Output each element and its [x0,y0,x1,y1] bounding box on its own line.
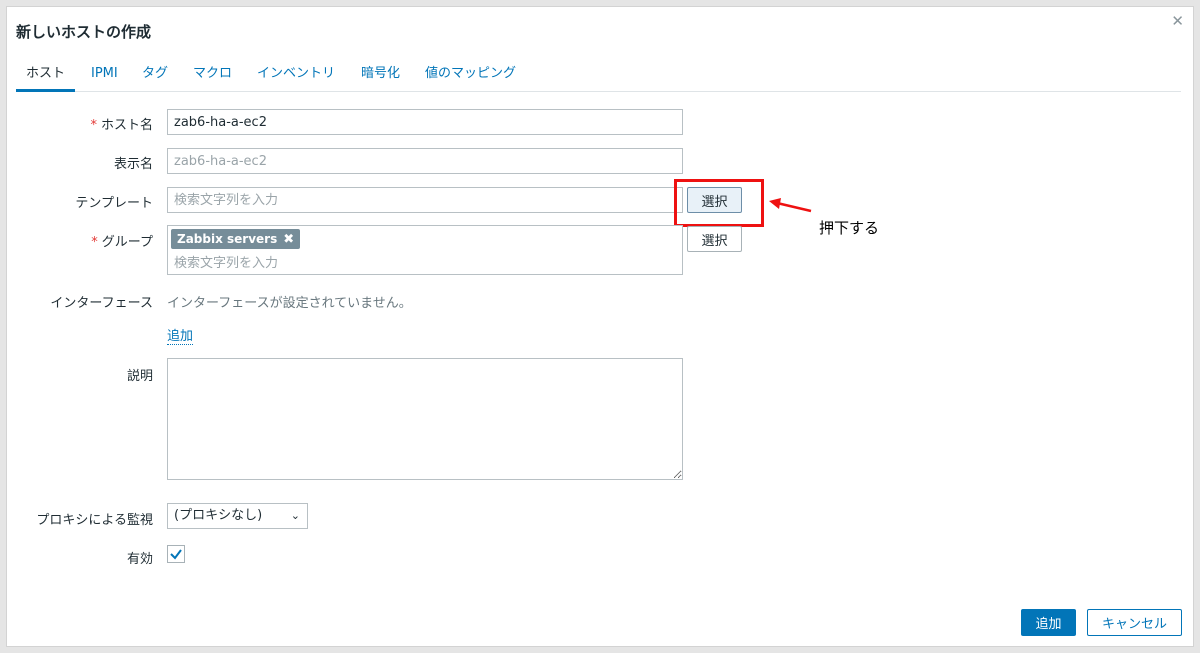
remove-chip-icon[interactable]: ✖ [283,232,294,247]
group-chip: Zabbix servers ✖ [171,229,301,249]
dialog-title: 新しいホストの作成 [16,23,152,41]
groups-label: * グループ [91,235,153,250]
cancel-button[interactable]: キャンセル [1087,609,1182,636]
groups-multiselect[interactable]: Zabbix servers ✖ 検索文字列を入力 [167,225,683,275]
add-button[interactable]: 追加 [1021,609,1076,636]
visible-name-input[interactable] [167,148,683,174]
proxy-selected-value: (プロキシなし) [174,508,263,523]
add-interface-link[interactable]: 追加 [167,325,194,345]
group-chip-label: Zabbix servers [177,232,278,246]
tab-macros[interactable]: マクロ [193,64,232,92]
create-host-dialog: 新しいホストの作成 ✕ ホスト IPMI タグ マクロ インベントリ 暗号化 値… [6,6,1194,647]
templates-label: テンプレート [75,196,153,211]
required-mark: * [90,118,97,133]
enabled-checkbox[interactable] [167,545,185,563]
host-name-label: * ホスト名 [90,118,153,133]
groups-select-button[interactable]: 選択 [687,226,742,252]
visible-name-label: 表示名 [113,157,153,172]
proxy-label: プロキシによる監視 [36,513,153,528]
interfaces-empty-text: インターフェースが設定されていません。 [167,296,412,311]
enabled-label: 有効 [126,552,153,567]
description-label: 説明 [126,369,153,384]
checkmark-icon [170,549,182,560]
host-name-input[interactable] [167,109,683,135]
tab-ipmi[interactable]: IPMI [91,64,118,92]
interfaces-label: インターフェース [50,296,153,311]
proxy-select[interactable]: (プロキシなし) ⌄ [167,503,308,529]
tab-value-mapping[interactable]: 値のマッピング [425,64,516,92]
description-textarea[interactable] [167,358,683,480]
annotation-text: 押下する [819,219,880,237]
templates-search-input[interactable] [167,187,683,213]
tab-encryption[interactable]: 暗号化 [361,64,400,92]
chevron-down-icon: ⌄ [290,509,300,522]
required-mark: * [91,235,98,250]
tab-bar: ホスト IPMI タグ マクロ インベントリ 暗号化 値のマッピング [16,64,1181,92]
annotation-highlight-box [674,179,764,227]
annotation-arrow-icon [769,198,812,213]
tab-inventory[interactable]: インベントリ [257,64,335,92]
close-icon[interactable]: ✕ [1171,12,1184,30]
tab-tags[interactable]: タグ [142,64,168,92]
tab-host[interactable]: ホスト [16,64,76,92]
groups-search-placeholder[interactable]: 検索文字列を入力 [174,252,278,271]
